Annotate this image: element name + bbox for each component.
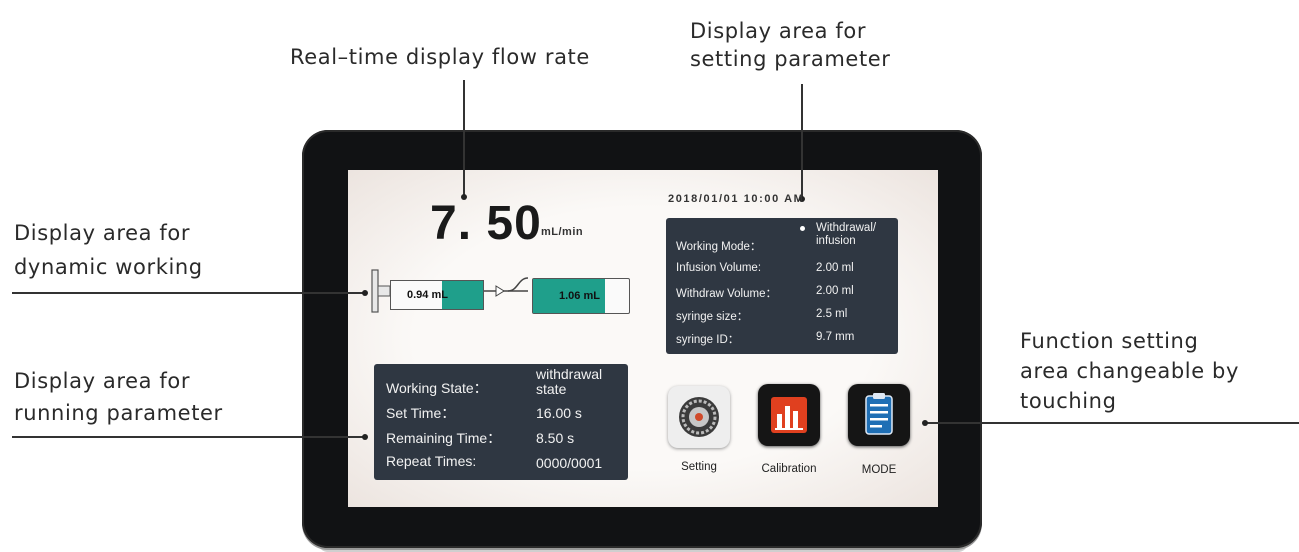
running-parameter-callout-line2: running parameter: [14, 401, 223, 425]
gear-icon: [679, 397, 719, 437]
mode-button-label: MODE: [861, 464, 897, 476]
withdraw-volume-value: 2.00 ml: [816, 285, 854, 297]
mode-button[interactable]: [848, 384, 910, 446]
infusion-volume-label: Infusion Volume:: [676, 262, 762, 274]
flow-rate-value: 7. 50: [430, 197, 542, 250]
syringe-connector-icon: [495, 285, 505, 297]
bar-chart-icon: [771, 397, 807, 433]
function-area-callout-line3: touching: [1020, 389, 1117, 413]
function-area-callout-line1: Function setting: [1020, 329, 1199, 353]
flow-rate-callout: Real–time display flow rate: [290, 45, 590, 69]
working-mode-value-line2: infusion: [816, 235, 856, 247]
right-syringe-volume: 1.06 mL: [559, 290, 600, 302]
syringe-id-label: syringe ID：: [676, 334, 740, 346]
syringe-plunger-handle: [371, 269, 379, 313]
setting-parameter-callout-line2: setting parameter: [690, 47, 891, 71]
remaining-time-label: Remaining Time：: [386, 430, 502, 446]
calibration-button-label: Calibration: [761, 463, 817, 475]
withdraw-volume-label: Withdraw Volume：: [676, 288, 777, 300]
function-area-leader-dot: [922, 420, 928, 426]
function-area-callout-line2: area changeable by: [1020, 359, 1239, 383]
syringe-size-label: syringe size：: [676, 311, 749, 323]
running-parameter-leader-dot: [362, 434, 368, 440]
working-mode-label: Working Mode：: [676, 241, 762, 253]
clipboard-icon: [865, 393, 893, 435]
repeat-times-label: Repeat Times:: [386, 453, 477, 469]
flow-rate-leader: [463, 80, 465, 198]
setting-parameter-panel: Working Mode： Withdrawal/ infusion Infus…: [666, 218, 898, 354]
flow-rate-unit: mL/min: [541, 226, 584, 238]
running-parameter-leader: [12, 436, 366, 438]
function-area-leader: [925, 422, 1299, 424]
syringe-size-value: 2.5 ml: [816, 308, 848, 320]
infusion-volume-value: 2.00 ml: [816, 262, 854, 274]
dynamic-working-callout-line2: dynamic working: [14, 255, 203, 279]
working-mode-bullet: [800, 226, 805, 231]
setting-button-label: Setting: [681, 461, 717, 473]
working-state-value-line1: withdrawal: [536, 366, 603, 382]
left-syringe-barrel: 0.94 mL: [390, 280, 484, 310]
repeat-times-value: 0000/0001: [536, 455, 603, 471]
tube-curve: [507, 277, 529, 292]
remaining-time-value: 8.50 s: [536, 430, 575, 446]
setting-button[interactable]: [668, 386, 730, 448]
right-syringe-barrel: 1.06 mL: [532, 278, 630, 314]
dynamic-working-leader: [12, 292, 366, 294]
set-time-value: 16.00 s: [536, 405, 582, 421]
syringe-id-value: 9.7 mm: [816, 331, 855, 343]
working-mode-value-line1: Withdrawal/: [816, 222, 877, 234]
date-time: 2018/01/01 10:00 AM: [668, 193, 805, 205]
working-state-label: Working State：: [386, 380, 488, 396]
left-syringe-volume: 0.94 mL: [407, 289, 448, 301]
running-parameter-panel: Working State： withdrawal state Set Time…: [374, 364, 628, 480]
working-state-value-line2: state: [536, 381, 567, 397]
calibration-button[interactable]: [758, 384, 820, 446]
setting-parameter-leader: [801, 84, 803, 200]
setting-parameter-callout-line1: Display area for: [690, 19, 867, 43]
syringe-plunger-rod: [377, 285, 391, 297]
dynamic-working-callout-line1: Display area for: [14, 221, 191, 245]
running-parameter-callout-line1: Display area for: [14, 369, 191, 393]
set-time-label: Set Time：: [386, 405, 456, 421]
